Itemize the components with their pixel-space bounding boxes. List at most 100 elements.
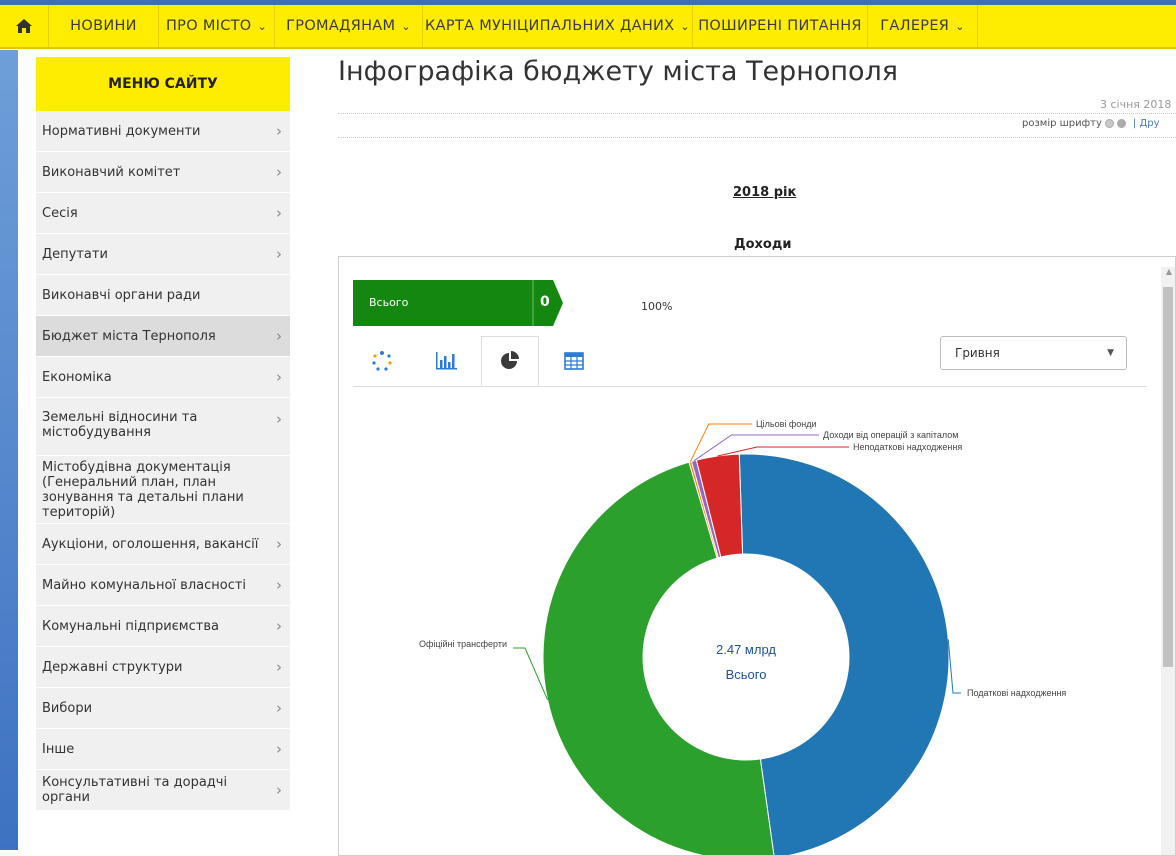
sidebar-item-1[interactable]: Нормативні документи ›	[36, 111, 290, 152]
slice-label: Податкові надходження	[967, 688, 1066, 698]
nav-item-4[interactable]: КАРТА МУНІЦИПАЛЬНИХ ДАНИХ ⌄	[423, 5, 693, 47]
nav-item-1[interactable]: НОВИНИ	[49, 5, 159, 47]
sidebar-item-2[interactable]: Виконавчий комітет ›	[36, 152, 290, 193]
sidebar-item-label: Майно комунальної власності	[42, 577, 247, 593]
nav-item-5[interactable]: ПОШИРЕНІ ПИТАННЯ	[693, 5, 868, 47]
sidebar-item-8[interactable]: Земельні відносини та містобудування ›	[36, 398, 290, 456]
nav-items: НОВИНИ ПРО МІСТО ⌄ ГРОМАДЯНАМ ⌄ КАРТА МУНІЦИП…	[49, 5, 978, 47]
section-heading: Доходи	[734, 237, 792, 252]
slice-label: Цільові фонди	[756, 419, 817, 429]
pie-chart-icon	[501, 351, 519, 369]
font-size-controls: розмір шрифту | Дру	[1022, 118, 1160, 129]
nav-item-label: КАРТА МУНІЦИПАЛЬНИХ ДАНИХ	[425, 18, 675, 34]
tab-table[interactable]	[545, 336, 603, 386]
sidebar-item-9[interactable]: Містобудівна документація (Генеральний п…	[36, 456, 290, 524]
total-label: Всього	[369, 296, 409, 309]
total-value: 0	[540, 294, 550, 310]
sidebar-item-label: Сесія	[42, 205, 78, 221]
slice-leader-line	[947, 639, 961, 694]
chevron-right-icon: ›	[276, 204, 282, 222]
home-icon	[16, 19, 32, 33]
chevron-right-icon: ›	[276, 535, 282, 553]
sidebar-item-7[interactable]: Економіка ›	[36, 357, 290, 398]
donut-center-value: 2.47 млрд	[716, 642, 776, 657]
nav-item-label: ГРОМАДЯНАМ	[286, 18, 396, 34]
sidebar-item-label: Депутати	[42, 246, 108, 262]
scroll-up-icon[interactable]: ▲	[1166, 267, 1172, 276]
slice-label: Доходи від операцій з капіталом	[823, 430, 958, 440]
font-increase-button[interactable]	[1116, 119, 1126, 128]
left-background-edge	[0, 50, 18, 850]
chevron-down-icon: ⌄	[680, 19, 690, 33]
sidebar-item-label: Аукціони, оголошення, вакансії	[42, 536, 259, 552]
chevron-right-icon: ›	[276, 658, 282, 676]
slice-label: Неподаткові надходження	[853, 442, 962, 452]
site-menu-title: МЕНЮ САЙТУ	[36, 57, 290, 111]
sidebar-item-label: Державні структури	[42, 659, 183, 675]
sidebar-item-label: Бюджет міста Тернополя	[42, 328, 216, 344]
chevron-down-icon: ▼	[1107, 348, 1114, 358]
nav-item-2[interactable]: ПРО МІСТО ⌄	[159, 5, 275, 47]
sidebar-item-label: Виконавчий комітет	[42, 164, 181, 180]
table-icon	[564, 352, 584, 370]
slice-label: Офіційні трансферти	[419, 639, 507, 649]
tab-bubbles[interactable]	[353, 336, 411, 386]
income-donut-chart: Податкові надходження Офіційні трансферти…	[419, 419, 1066, 855]
sidebar-item-3[interactable]: Сесія ›	[36, 193, 290, 234]
budget-infographic-widget: ▲ Всього 0 100% Гривня ▼ Податкові надхо…	[338, 256, 1176, 856]
sidebar-item-label: Інше	[42, 741, 75, 757]
tab-pie-chart[interactable]	[481, 336, 539, 386]
chevron-right-icon: ›	[276, 576, 282, 594]
sidebar-item-label: Виконавчі органи ради	[42, 287, 201, 303]
sidebar-item-4[interactable]: Депутати ›	[36, 234, 290, 275]
bubbles-icon	[372, 351, 392, 371]
sidebar-item-5[interactable]: Виконавчі органи ради	[36, 275, 290, 316]
sidebar-item-10[interactable]: Аукціони, оголошення, вакансії ›	[36, 524, 290, 565]
nav-item-3[interactable]: ГРОМАДЯНАМ ⌄	[275, 5, 423, 47]
bar-chart-icon	[436, 352, 457, 370]
nav-item-6[interactable]: ГАЛЕРЕЯ ⌄	[868, 5, 978, 47]
chevron-down-icon: ⌄	[401, 19, 411, 33]
total-percent: 100%	[641, 300, 673, 313]
sidebar-item-label: Консультативні та дорадчі органи	[42, 775, 228, 805]
home-button[interactable]	[0, 5, 49, 47]
font-decrease-button[interactable]	[1104, 119, 1114, 128]
sidebar-item-13[interactable]: Державні структури ›	[36, 647, 290, 688]
chevron-down-icon: ⌄	[257, 19, 268, 33]
chevron-right-icon: ›	[276, 327, 282, 345]
total-indicator[interactable]: Всього 0	[353, 280, 563, 326]
tab-bar-chart[interactable]	[417, 336, 475, 386]
sidebar-item-label: Вибори	[42, 700, 93, 716]
print-link[interactable]: | Дру	[1133, 118, 1160, 129]
sidebar-item-15[interactable]: Інше ›	[36, 729, 290, 770]
chevron-right-icon: ›	[276, 617, 282, 635]
nav-item-label: ПОШИРЕНІ ПИТАННЯ	[698, 18, 862, 34]
page-title: Інфографіка бюджету міста Тернополя	[338, 56, 899, 87]
sidebar-item-label: Нормативні документи	[42, 123, 201, 139]
font-size-label: розмір шрифту	[1022, 118, 1102, 129]
chevron-right-icon: ›	[276, 163, 282, 181]
sidebar-item-label: Комунальні підприємства	[42, 618, 219, 634]
chevron-right-icon: ›	[276, 410, 282, 428]
sidebar-item-label: Містобудівна документація (Генеральний п…	[42, 459, 244, 520]
chevron-right-icon: ›	[276, 122, 282, 140]
publish-date: 3 січня 2018	[1100, 98, 1172, 111]
widget-scrollbar[interactable]: ▲	[1161, 267, 1175, 855]
chevron-right-icon: ›	[276, 245, 282, 263]
site-menu: МЕНЮ САЙТУ Нормативні документи › Виконавч…	[36, 57, 290, 811]
sidebar-item-label: Земельні відносини та містобудування	[42, 410, 198, 440]
sidebar-item-label: Економіка	[42, 369, 112, 385]
chevron-right-icon: ›	[276, 699, 282, 717]
chevron-down-icon: ⌄	[955, 19, 965, 33]
currency-select-value: Гривня	[955, 346, 1000, 360]
donut-center-label: Всього	[726, 667, 767, 682]
sidebar-item-11[interactable]: Майно комунальної власності ›	[36, 565, 290, 606]
sidebar-item-14[interactable]: Вибори ›	[36, 688, 290, 729]
currency-select[interactable]: Гривня ▼	[940, 336, 1127, 370]
sidebar-item-12[interactable]: Комунальні підприємства ›	[36, 606, 290, 647]
sidebar-item-16[interactable]: Консультативні та дорадчі органи ›	[36, 770, 290, 811]
sidebar-item-6[interactable]: Бюджет міста Тернополя ›	[36, 316, 290, 357]
main-navbar: НОВИНИ ПРО МІСТО ⌄ ГРОМАДЯНАМ ⌄ КАРТА МУНІЦИП…	[0, 5, 1176, 49]
scrollbar-thumb[interactable]	[1163, 287, 1173, 667]
year-heading[interactable]: 2018 рік	[733, 185, 796, 200]
